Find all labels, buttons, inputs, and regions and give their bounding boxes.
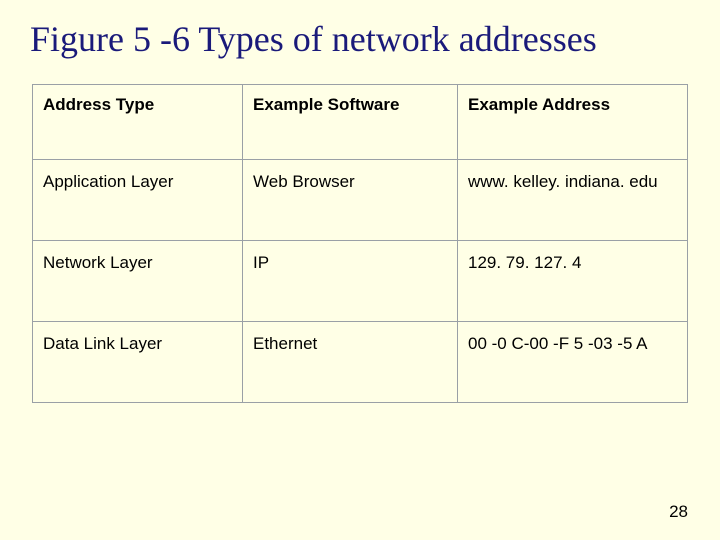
cell-address-type: Data Link Layer — [33, 322, 243, 403]
col-header-example-software: Example Software — [243, 85, 458, 160]
table-row: Network Layer IP 129. 79. 127. 4 — [33, 241, 688, 322]
cell-example-address: 129. 79. 127. 4 — [458, 241, 688, 322]
slide-title: Figure 5 -6 Types of network addresses — [30, 18, 690, 60]
table-row: Application Layer Web Browser www. kelle… — [33, 160, 688, 241]
cell-example-software: IP — [243, 241, 458, 322]
col-header-address-type: Address Type — [33, 85, 243, 160]
cell-address-type: Application Layer — [33, 160, 243, 241]
cell-example-address: 00 -0 C-00 -F 5 -03 -5 A — [458, 322, 688, 403]
cell-example-software: Web Browser — [243, 160, 458, 241]
table-row: Data Link Layer Ethernet 00 -0 C-00 -F 5… — [33, 322, 688, 403]
table-header-row: Address Type Example Software Example Ad… — [33, 85, 688, 160]
address-table: Address Type Example Software Example Ad… — [32, 84, 688, 403]
col-header-example-address: Example Address — [458, 85, 688, 160]
page-number: 28 — [669, 502, 688, 522]
cell-example-address: www. kelley. indiana. edu — [458, 160, 688, 241]
cell-address-type: Network Layer — [33, 241, 243, 322]
slide: Figure 5 -6 Types of network addresses A… — [0, 0, 720, 540]
cell-example-software: Ethernet — [243, 322, 458, 403]
